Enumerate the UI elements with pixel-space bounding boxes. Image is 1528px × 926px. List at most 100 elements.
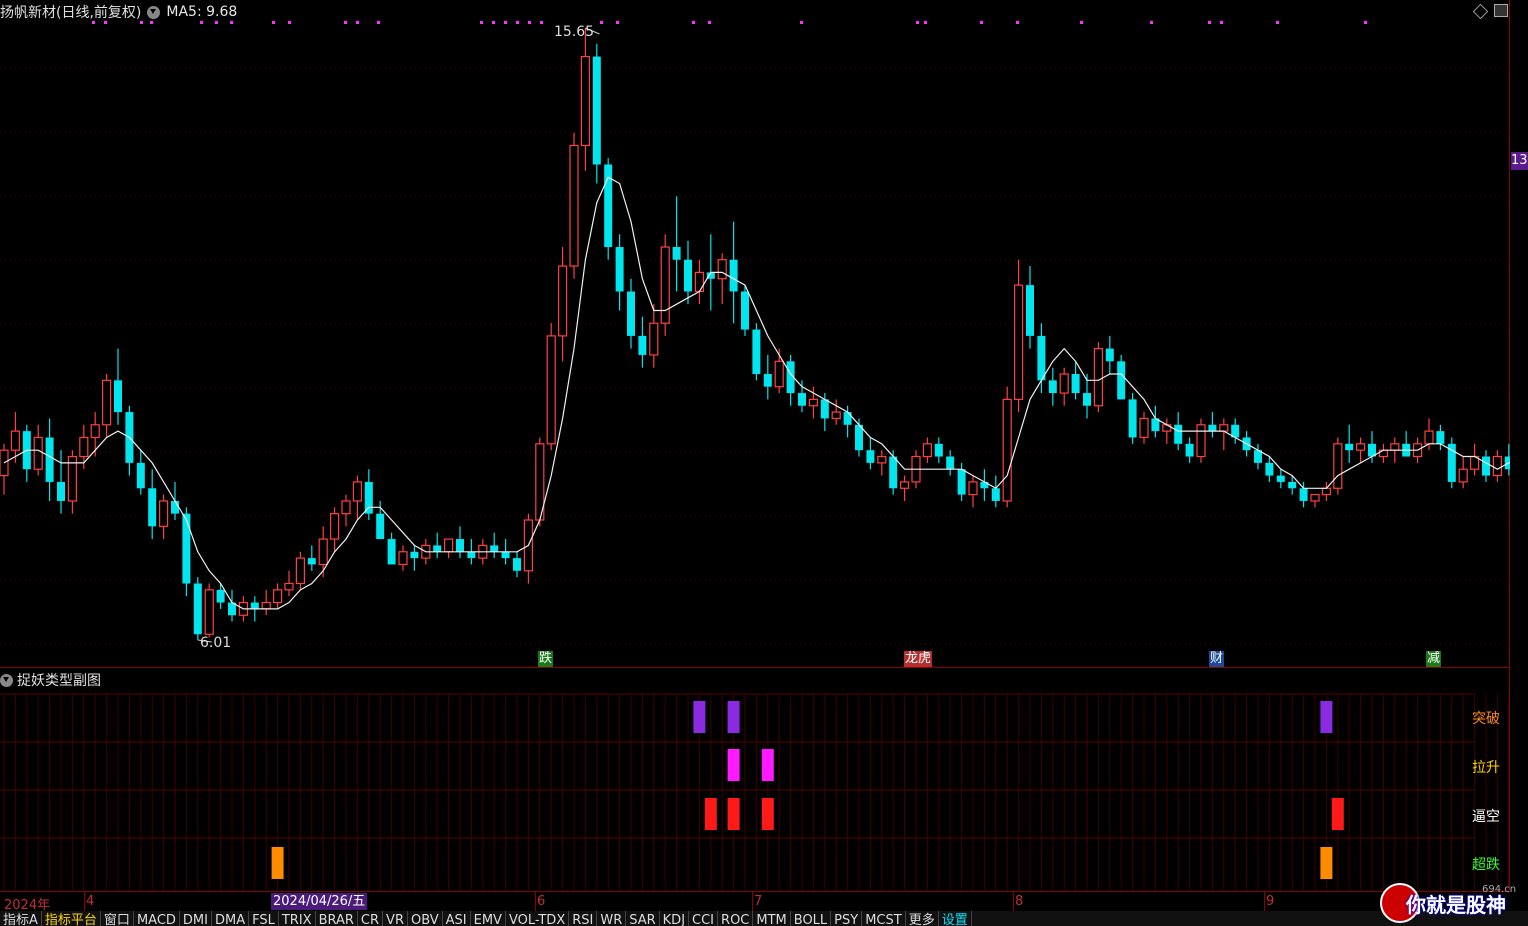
indicator-tab-bar: 指标A 指标平台 窗口 MACD DMI DMA FSL TRIX BRAR CR VR OBV ASI… [0, 911, 1528, 926]
window-toggle-icon[interactable] [1494, 4, 1508, 17]
tab-16[interactable]: WR [597, 911, 627, 926]
tab-5[interactable]: DMA [212, 911, 250, 926]
tab-0[interactable]: 指标A [0, 911, 42, 926]
candle-body [1288, 481, 1297, 489]
candle-body [1310, 494, 1320, 502]
candle-body [456, 539, 464, 552]
candle-body [934, 443, 943, 457]
tab-18[interactable]: KDJ [660, 911, 690, 926]
candle-body [1059, 373, 1069, 394]
signal-dot [1080, 21, 1083, 24]
signal-bar-oversold [271, 847, 284, 879]
dropdown-icon[interactable] [147, 5, 161, 19]
signal-dot [1276, 21, 1279, 24]
chart-title-bar: 扬帆新材(日线,前复权) MA5: 9.68 [0, 2, 237, 22]
candle-body [672, 247, 681, 260]
signal-bar-oversold [1320, 847, 1333, 879]
candle-body [717, 259, 727, 280]
tab-17[interactable]: SAR [626, 911, 660, 926]
candle-body [763, 373, 772, 387]
axis-month-8: 8 [1015, 894, 1024, 909]
tab-25[interactable]: 更多 [906, 911, 939, 926]
candle-body [1083, 393, 1091, 406]
tab-26[interactable]: 设置 [939, 911, 972, 926]
candle-body [741, 291, 749, 330]
tab-7[interactable]: TRIX [279, 911, 316, 926]
signal-dot [377, 21, 380, 24]
tab-6[interactable]: FSL [249, 911, 279, 926]
dropdown-icon[interactable] [0, 673, 13, 687]
candle-body [204, 589, 214, 635]
candle-body [1093, 348, 1104, 407]
stock-title[interactable]: 扬帆新材(日线,前复权) [0, 2, 141, 22]
tab-3[interactable]: MACD [134, 911, 180, 926]
tab-2[interactable]: 窗口 [101, 911, 134, 926]
tab-9[interactable]: CR [358, 911, 384, 926]
candle-body [946, 456, 955, 470]
tab-19[interactable]: CCI [689, 911, 719, 926]
candle-body [684, 259, 692, 292]
candle-body [1299, 488, 1308, 501]
sub-chart-title[interactable]: 捉妖类型副图 [17, 670, 101, 690]
candle-body [1276, 475, 1285, 482]
signal-dot [344, 21, 347, 24]
candle-body [90, 424, 100, 439]
candle-body [433, 545, 442, 552]
tab-4[interactable]: DMI [180, 911, 212, 926]
candle-body [1321, 487, 1332, 496]
diamond-icon[interactable] [1472, 3, 1489, 20]
axis-month-4: 4 [86, 894, 95, 909]
candle-body [307, 558, 316, 565]
axis-month-9: 9 [1266, 894, 1275, 909]
event-marker-finance[interactable]: 财 [1209, 651, 1225, 667]
candle-body [1265, 462, 1274, 476]
candle-body [364, 481, 373, 514]
candle-body [79, 436, 89, 458]
tab-8[interactable]: BRAR [316, 911, 358, 926]
sub-indicator-chart[interactable] [0, 668, 1510, 890]
candle-body [1128, 399, 1137, 438]
tab-21[interactable]: MTM [753, 911, 791, 926]
signal-dot [1016, 21, 1019, 24]
tab-13[interactable]: EMV [471, 911, 506, 926]
candle-body [1026, 285, 1034, 336]
tab-11[interactable]: OBV [408, 911, 443, 926]
candle-body [330, 513, 340, 540]
candle-body [843, 412, 852, 425]
candle-body [1208, 424, 1217, 432]
tab-20[interactable]: ROC [718, 911, 754, 926]
tab-12[interactable]: ASI [443, 911, 471, 926]
axis-month-6: 6 [537, 894, 546, 909]
candle-body [968, 481, 978, 496]
event-marker-dragon-tiger[interactable]: 龙虎 [904, 651, 933, 667]
candle-body [101, 379, 112, 426]
signal-dot [924, 21, 927, 24]
candle-body [216, 589, 225, 603]
candle-body [660, 246, 670, 324]
candle-body [1333, 443, 1343, 489]
price-chart[interactable] [0, 0, 1510, 668]
tab-1[interactable]: 指标平台 [42, 911, 101, 926]
tab-24[interactable]: MCST [862, 911, 906, 926]
tab-14[interactable]: VOL-TDX [506, 911, 570, 926]
event-marker-fall[interactable]: 跌 [538, 651, 554, 667]
candle-body [1436, 431, 1445, 444]
ma5-line [3, 176, 1510, 610]
tab-15[interactable]: RSI [569, 911, 598, 926]
candle-body [1037, 335, 1046, 381]
signal-dot [916, 21, 919, 24]
signal-dot [528, 21, 531, 24]
candle-body [57, 481, 65, 501]
candle-body [33, 436, 43, 470]
candle-body [295, 557, 305, 585]
tab-23[interactable]: PSY [831, 911, 863, 926]
candle-body [318, 538, 328, 566]
tab-10[interactable]: VR [383, 911, 408, 926]
signal-dot [692, 21, 695, 24]
signal-dot [1364, 21, 1367, 24]
event-marker-reduce[interactable]: 减 [1426, 651, 1442, 667]
high-price-label: 15.65 [554, 24, 595, 40]
signal-dot [504, 21, 507, 24]
signal-dot [1208, 21, 1211, 24]
tab-22[interactable]: BOLL [791, 911, 832, 926]
